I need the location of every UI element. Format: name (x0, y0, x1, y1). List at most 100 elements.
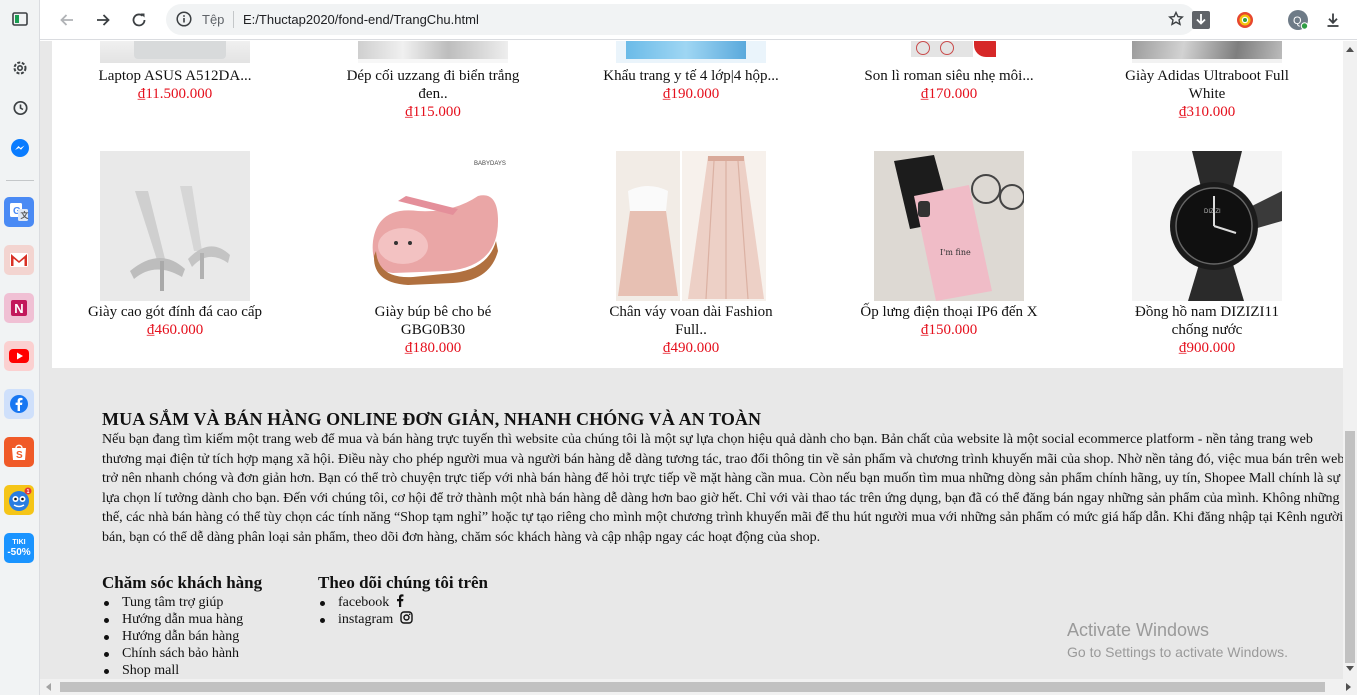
browser-sidebar: G文 N S 1 TIKI -50% (0, 0, 40, 695)
product-card[interactable]: I'm fine Ốp lưng điện thoại IP6 đến X ₫1… (849, 151, 1049, 339)
product-card[interactable]: Chân váy voan dài Fashion Full.. ₫490.00… (591, 151, 791, 357)
forward-arrow-icon[interactable] (90, 7, 116, 33)
about-section: MUA SẮM VÀ BÁN HÀNG ONLINE ĐƠN GIẢN, NHA… (102, 409, 1343, 547)
url-text[interactable]: E:/Thuctap2020/fond-end/TrangChu.html (243, 12, 479, 27)
product-price: ₫190.000 (662, 86, 720, 102)
footer-link-selling-guide[interactable]: Hướng dẫn bán hàng (102, 628, 262, 645)
save-page-icon[interactable] (1189, 8, 1213, 32)
product-name[interactable]: Giày cao gót đính đá cao cấp (75, 303, 275, 321)
activate-windows-watermark: Activate Windows Go to Settings to activ… (1067, 619, 1288, 661)
product-card[interactable]: BABYDAYS Giày búp bê cho bé GBG0B30 ₫180… (333, 151, 533, 357)
horizontal-scroll-thumb[interactable] (60, 682, 1325, 692)
instagram-link-label[interactable]: instagram (338, 612, 393, 627)
info-icon[interactable] (174, 9, 194, 29)
about-body: Nếu bạn đang tìm kiếm một trang web để m… (102, 432, 1343, 545)
sneaker-image (1132, 41, 1282, 63)
download-icon[interactable] (1321, 8, 1345, 32)
product-price: ₫900.000 (1178, 340, 1236, 356)
horizontal-scrollbar[interactable] (40, 679, 1357, 695)
scroll-down-arrow-icon[interactable] (1346, 666, 1354, 671)
shopee-icon[interactable]: S (4, 437, 34, 467)
product-name[interactable]: Ốp lưng điện thoại IP6 đến X (849, 303, 1049, 321)
gmail-icon[interactable] (4, 245, 34, 275)
product-card[interactable]: Dép cối uzzang đi biển trắng đen.. ₫115.… (333, 41, 533, 121)
product-card[interactable]: Khẩu trang y tế 4 lớp|4 hộp... ₫190.000 (591, 41, 791, 103)
svg-text:文: 文 (21, 210, 30, 220)
tulle-skirt-image (616, 151, 766, 301)
product-name[interactable]: Giày búp bê cho bé GBG0B30 (333, 303, 533, 339)
sandal-image (358, 41, 508, 63)
product-card[interactable]: DIZIZI Đồng hồ nam DIZIZI11 chống nước ₫… (1107, 151, 1307, 357)
product-grid: Laptop ASUS A512DA... ₫11.500.000 Dép cố… (52, 41, 1343, 368)
profile-avatar[interactable]: Q (1286, 8, 1310, 32)
google-translate-icon[interactable]: G文 (4, 197, 34, 227)
product-card[interactable]: Laptop ASUS A512DA... ₫11.500.000 (75, 41, 275, 103)
footer-link-buying-guide[interactable]: Hướng dẫn mua hàng (102, 611, 262, 628)
product-name[interactable]: Giày Adidas Ultraboot Full White (1107, 67, 1307, 103)
watch-image: DIZIZI (1132, 151, 1282, 301)
svg-text:DIZIZI: DIZIZI (1204, 209, 1221, 215)
product-price: ₫150.000 (920, 322, 978, 338)
face-mask-image (616, 41, 766, 63)
game-icon[interactable]: 1 (4, 485, 34, 515)
bookmark-star-icon[interactable] (1166, 9, 1186, 29)
scroll-left-arrow-icon[interactable] (46, 683, 51, 691)
scroll-up-arrow-icon[interactable] (1346, 47, 1354, 52)
svg-text:BABYDAYS: BABYDAYS (474, 161, 506, 167)
footer-link-shop-mall[interactable]: Shop mall (102, 662, 262, 679)
product-name[interactable]: Khẩu trang y tế 4 lớp|4 hộp... (591, 67, 791, 85)
svg-text:1: 1 (27, 489, 30, 495)
product-name[interactable]: Đồng hồ nam DIZIZI11 chống nước (1107, 303, 1307, 339)
back-arrow-icon[interactable] (54, 7, 80, 33)
product-card[interactable]: Giày cao gót đính đá cao cấp ₫460.000 (75, 151, 275, 339)
high-heels-image (100, 151, 250, 301)
facebook-app-icon[interactable] (4, 389, 34, 419)
messenger-icon[interactable] (7, 135, 33, 161)
browser-toolbar: Tệp E:/Thuctap2020/fond-end/TrangChu.htm… (40, 0, 1357, 40)
profile-initial: Q (1293, 15, 1302, 27)
vertical-scroll-thumb[interactable] (1345, 431, 1355, 663)
page-viewport: Laptop ASUS A512DA... ₫11.500.000 Dép cố… (40, 41, 1343, 679)
product-name[interactable]: Chân váy voan dài Fashion Full.. (591, 303, 791, 339)
footer-link-warranty[interactable]: Chính sách bảo hành (102, 645, 262, 662)
customer-care-section: Chăm sóc khách hàng Tung tâm trợ giúp Hư… (102, 572, 262, 679)
product-price: ₫490.000 (662, 340, 720, 356)
product-price: ₫170.000 (920, 86, 978, 102)
facebook-link-label[interactable]: facebook (338, 595, 389, 610)
product-price: ₫310.000 (1178, 104, 1236, 120)
footer-link-facebook[interactable]: facebook (318, 594, 488, 611)
reload-icon[interactable] (126, 7, 152, 33)
scroll-right-arrow-icon[interactable] (1346, 683, 1351, 691)
address-bar[interactable]: Tệp E:/Thuctap2020/fond-end/TrangChu.htm… (166, 4, 1196, 35)
follow-us-section: Theo dõi chúng tôi trên facebook instagr… (318, 572, 488, 628)
footer-link-instagram[interactable]: instagram (318, 611, 488, 628)
product-price: ₫11.500.000 (137, 86, 213, 102)
phone-case-image: I'm fine (874, 151, 1024, 301)
product-name[interactable]: Dép cối uzzang đi biển trắng đen.. (333, 67, 533, 103)
history-icon[interactable] (7, 95, 33, 121)
onenote-icon[interactable]: N (4, 293, 34, 323)
vertical-scrollbar[interactable] (1343, 41, 1357, 679)
svg-text:I'm fine: I'm fine (940, 248, 971, 257)
product-name[interactable]: Son lì roman siêu nhẹ môi... (849, 67, 1049, 85)
youtube-icon[interactable] (4, 341, 34, 371)
extension-icon[interactable] (1233, 8, 1257, 32)
instagram-icon (400, 611, 413, 624)
product-price: ₫115.000 (405, 104, 461, 120)
svg-text:S: S (16, 450, 23, 461)
svg-text:N: N (14, 301, 23, 316)
lipstick-image (874, 41, 1024, 63)
product-name[interactable]: Laptop ASUS A512DA... (75, 67, 275, 85)
product-price: ₫460.000 (146, 322, 204, 338)
footer-link-help-center[interactable]: Tung tâm trợ giúp (102, 594, 262, 611)
address-divider (233, 11, 234, 28)
settings-icon[interactable] (7, 55, 33, 81)
product-price: ₫180.000 (404, 340, 462, 356)
sidebar-toggle-icon[interactable] (7, 6, 33, 32)
facebook-f-icon (396, 594, 404, 607)
activate-windows-title: Activate Windows (1067, 620, 1210, 640)
security-label: Tệp (202, 12, 225, 27)
product-card[interactable]: Son lì roman siêu nhẹ môi... ₫170.000 (849, 41, 1049, 103)
product-card[interactable]: Giày Adidas Ultraboot Full White ₫310.00… (1107, 41, 1307, 121)
tiki-icon[interactable]: TIKI -50% (4, 533, 34, 563)
